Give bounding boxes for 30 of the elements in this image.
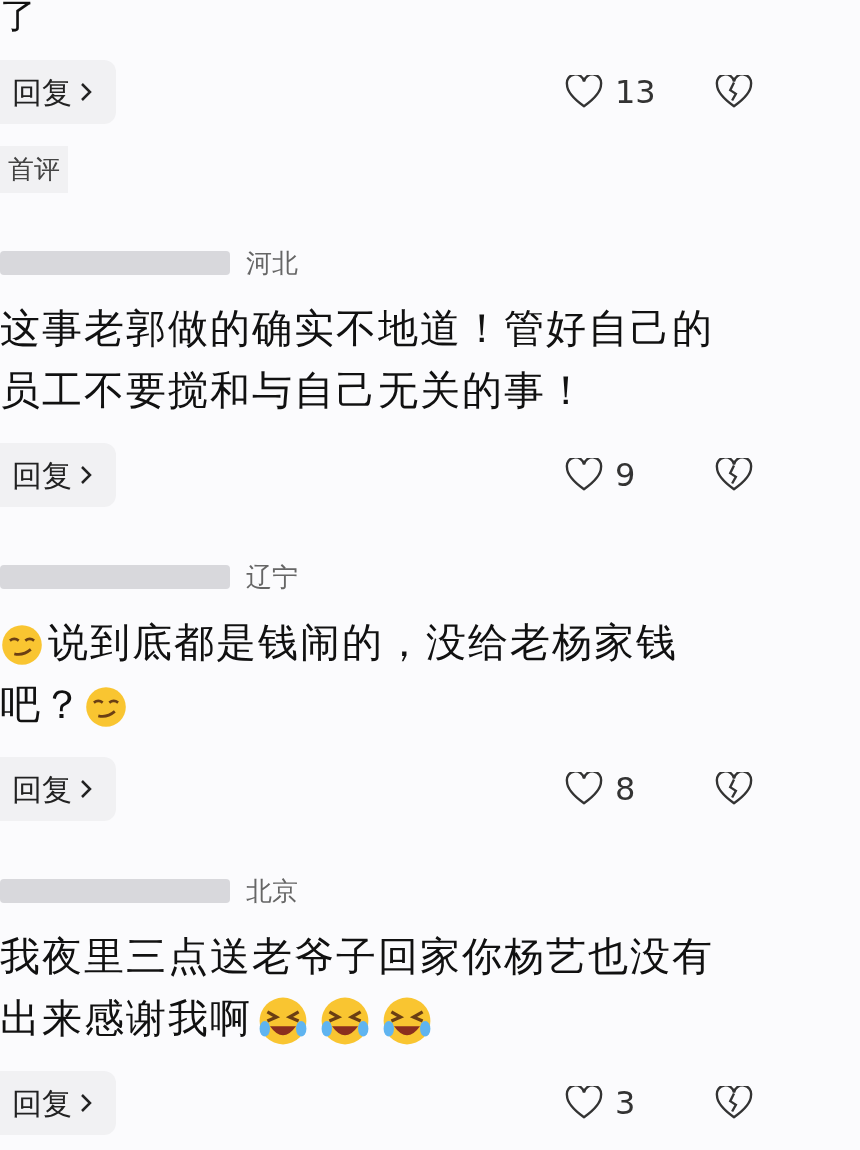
reply-button[interactable]: 回复 — [0, 443, 116, 507]
like-count: 9 — [615, 455, 636, 496]
location-label: 北京 — [246, 874, 298, 908]
smirking-face-icon — [0, 623, 44, 667]
heart-icon[interactable] — [565, 772, 603, 806]
chevron-right-icon — [80, 779, 92, 799]
broken-heart-icon[interactable] — [715, 458, 753, 492]
location-label: 河北 — [246, 246, 298, 280]
comment-text: 这事老郭做的确实不地道！管好自己的员工不要搅和与自己无关的事！ — [0, 304, 715, 415]
comment-text: 了 — [0, 0, 37, 38]
broken-heart-icon[interactable] — [715, 772, 753, 806]
chevron-right-icon — [80, 82, 92, 102]
heart-icon[interactable] — [565, 458, 603, 492]
smirking-face-icon — [84, 685, 128, 729]
like-count: 3 — [615, 1083, 636, 1124]
broken-heart-icon[interactable] — [715, 75, 753, 109]
like-count: 13 — [615, 72, 656, 113]
broken-heart-icon[interactable] — [715, 1086, 753, 1120]
chevron-right-icon — [80, 1093, 92, 1113]
heart-icon[interactable] — [565, 1086, 603, 1120]
like-count: 8 — [615, 769, 636, 810]
reply-button[interactable]: 回复 — [0, 1071, 116, 1135]
location-label: 辽宁 — [246, 560, 298, 594]
chevron-right-icon — [80, 465, 92, 485]
comment-text: 我夜里三点送老爷子回家你杨艺也没有出来感谢我啊 — [0, 925, 740, 1049]
heart-icon[interactable] — [565, 75, 603, 109]
first-comment-tag: 首评 — [0, 146, 68, 193]
comment-text: 说到底都是钱闹的，没给老杨家钱吧？ — [0, 618, 679, 731]
reply-button[interactable]: 回复 — [0, 757, 116, 821]
reply-button[interactable]: 回复 — [0, 60, 116, 124]
